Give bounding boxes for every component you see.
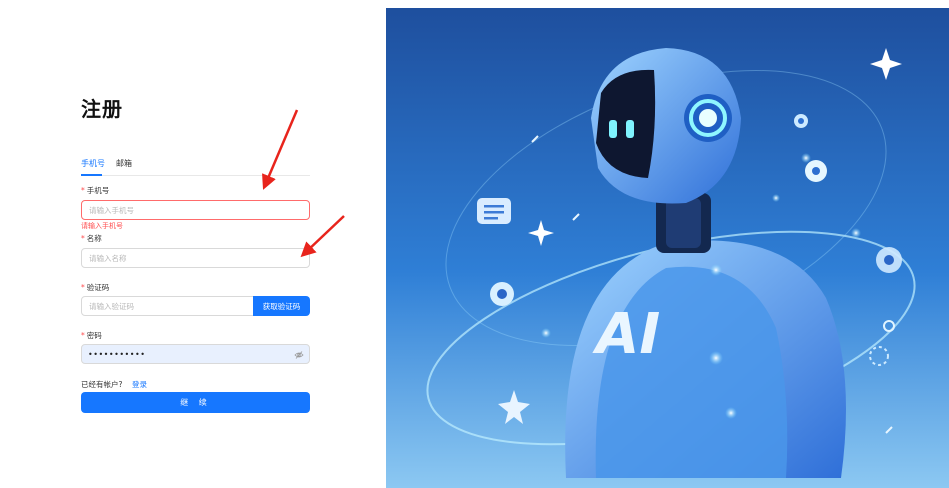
phone-input[interactable]	[81, 200, 310, 220]
phone-label: * 手机号	[81, 186, 110, 195]
register-tabs: 手机号 邮箱	[81, 156, 310, 176]
annotation-arrows	[262, 109, 345, 258]
code-input[interactable]	[81, 296, 254, 316]
required-mark: *	[81, 234, 85, 243]
ai-robot-illustration: AI	[386, 8, 949, 488]
required-mark: *	[81, 186, 85, 195]
document-icon	[477, 198, 511, 224]
password-label: * 密码	[81, 331, 102, 340]
name-input[interactable]	[81, 248, 310, 268]
name-label: * 名称	[81, 234, 102, 243]
login-link[interactable]: 登录	[132, 379, 147, 390]
register-panel: 注册 手机号 邮箱 *手机号 请输入手机号 *名称 *验证码 获取验证码 *密码…	[0, 0, 386, 488]
eye-hidden-icon[interactable]	[294, 350, 304, 360]
phone-error-message: 请输入手机号	[81, 222, 123, 230]
continue-button[interactable]: 继 续	[81, 392, 310, 413]
page-title: 注册	[81, 97, 123, 121]
tab-active-indicator	[81, 174, 102, 176]
required-mark: *	[81, 331, 85, 340]
robot-artwork: AI	[386, 8, 949, 488]
gear-icon	[794, 114, 808, 128]
gear-icon	[490, 282, 514, 306]
has-account-text: 已经有帐户?	[81, 380, 123, 389]
get-code-button[interactable]: 获取验证码	[253, 296, 310, 316]
arrow-to-name	[300, 215, 345, 258]
gear-icon	[805, 160, 827, 182]
password-value: •••••••••••	[88, 350, 146, 359]
required-mark: *	[81, 283, 85, 292]
code-label: * 验证码	[81, 283, 110, 292]
password-input[interactable]: •••••••••••	[81, 344, 310, 364]
tab-email[interactable]: 邮箱	[116, 158, 132, 169]
tab-phone[interactable]: 手机号	[81, 158, 105, 169]
ai-chest-text: AI	[592, 302, 660, 367]
